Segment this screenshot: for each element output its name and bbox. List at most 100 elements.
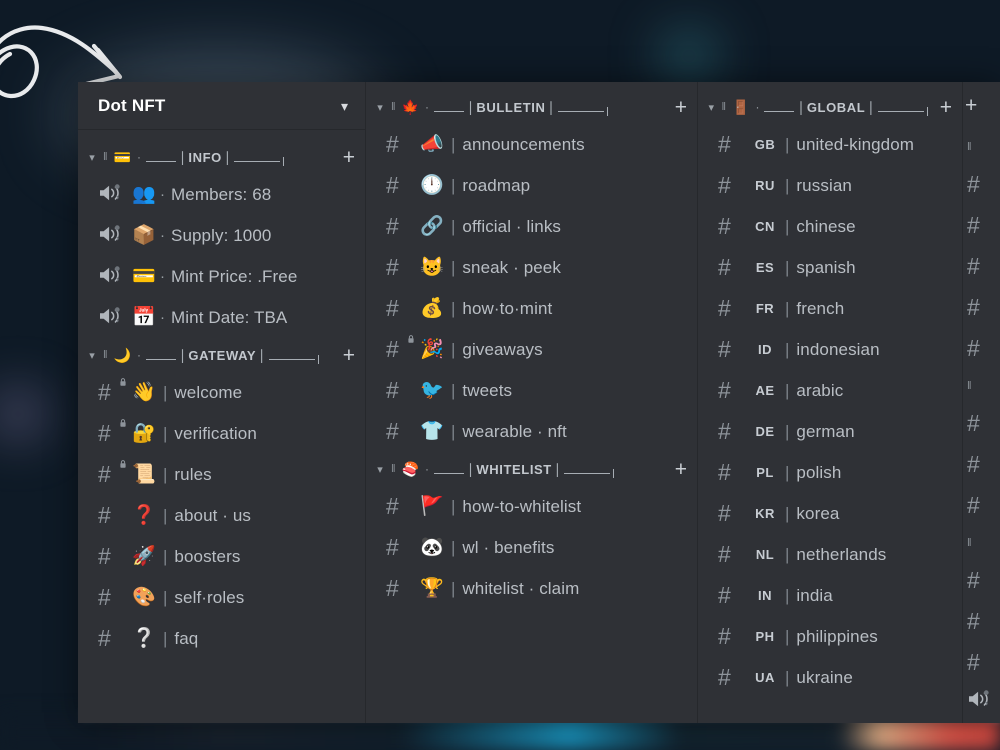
clipped-hash-icon[interactable]: #	[967, 485, 1000, 526]
hash-icon: #	[718, 623, 731, 649]
category-header-whitelist[interactable]: ▾ ‖ 🍣 · ∣ WHITELIST ∣ +	[366, 452, 697, 486]
channel-item[interactable]: # ES | spanish	[698, 247, 962, 288]
category-collapse-icon[interactable]: ▾	[86, 349, 98, 362]
category-collapse-icon[interactable]: ▾	[374, 101, 386, 114]
clipped-hash-icon[interactable]: #	[967, 444, 1000, 485]
channel-item[interactable]: 💳 · Mint Price: .Free	[78, 256, 365, 297]
clipped-hash-icon[interactable]: #	[967, 328, 1000, 369]
clipped-hash-icon[interactable]: #	[967, 642, 1000, 683]
channel-separator: ·	[160, 309, 165, 326]
category-header-bulletin[interactable]: ▾ ‖ 🍁 · ∣ BULLETIN ∣ +	[366, 90, 697, 124]
category-title-art: ∣ GLOBAL ∣	[763, 99, 928, 116]
channel-item[interactable]: # 🐼 | wl · benefits	[366, 527, 697, 568]
category-collapse-icon[interactable]: ▾	[706, 101, 716, 114]
clipped-hash-icon[interactable]: #	[967, 287, 1000, 328]
channel-emoji: ❓	[132, 505, 156, 526]
channel-item[interactable]: # 🏆 | whitelist · claim	[366, 568, 697, 609]
channel-item[interactable]: # 🐦 | tweets	[366, 370, 697, 411]
add-channel-button[interactable]: +	[335, 147, 355, 168]
channel-item[interactable]: # 📣 | announcements	[366, 124, 697, 165]
clipped-hash-icon[interactable]: #	[967, 205, 1000, 246]
hash-icon: #	[718, 664, 731, 690]
add-channel-button[interactable]: +	[667, 97, 687, 118]
channel-item[interactable]: # IN | india	[698, 575, 962, 616]
hash-icon: #	[718, 213, 731, 239]
channel-item[interactable]: # 🚩 | how-to-whitelist	[366, 486, 697, 527]
channel-name: india	[796, 585, 833, 605]
hash-icon: #	[718, 295, 731, 321]
channel-item[interactable]: # 🔗 | official · links	[366, 206, 697, 247]
add-channel-button[interactable]: +	[335, 345, 355, 366]
clipped-category-glyph[interactable]: ‖	[967, 526, 1000, 560]
clipped-hash-icon[interactable]: #	[967, 601, 1000, 642]
voice-channel-icon	[98, 224, 128, 248]
channel-item[interactable]: # CN | chinese	[698, 206, 962, 247]
channel-item[interactable]: # GB | united-kingdom	[698, 124, 962, 165]
channel-name: tweets	[462, 380, 513, 400]
chevron-down-icon[interactable]: ▾	[341, 99, 348, 113]
channel-item[interactable]: # 🕛 | roadmap	[366, 165, 697, 206]
category-header-gateway[interactable]: ▾ ‖ 🌙 · ∣ GATEWAY ∣ +	[78, 338, 365, 372]
clipped-hash-icon[interactable]: #	[967, 560, 1000, 601]
channel-separator: |	[163, 423, 168, 443]
category-title-art: ∣ WHITELIST ∣	[433, 461, 615, 478]
add-channel-button[interactable]: +	[932, 97, 952, 118]
channel-item[interactable]: # PH | philippines	[698, 616, 962, 657]
channel-item[interactable]: # ❓ | about · us	[78, 495, 365, 536]
channel-name: ukraine	[796, 667, 853, 687]
category-label: GLOBAL	[806, 99, 866, 115]
channel-item[interactable]: 📦 · Supply: 1000	[78, 215, 365, 256]
channel-item[interactable]: # 💰 | how·to·mint	[366, 288, 697, 329]
channel-item[interactable]: # AE | arabic	[698, 370, 962, 411]
channel-item[interactable]: # 🚀 | boosters	[78, 536, 365, 577]
channel-item[interactable]: # DE | german	[698, 411, 962, 452]
channel-item[interactable]: # 🔐 | verification	[78, 413, 365, 454]
channel-item[interactable]: # 😺 | sneak · peek	[366, 247, 697, 288]
category-header-info[interactable]: ▾ ‖ 💳 · ∣ INFO ∣ +	[78, 140, 365, 174]
voice-channel-icon	[100, 183, 120, 200]
category-collapse-icon[interactable]: ▾	[374, 463, 386, 476]
channel-item[interactable]: 📅 · Mint Date: TBA	[78, 297, 365, 338]
channel-item[interactable]: # ID | indonesian	[698, 329, 962, 370]
channel-item[interactable]: # 👋 | welcome	[78, 372, 365, 413]
clipped-rows: ‖ # # # # # ‖ # # # ‖ # # #	[963, 130, 1000, 723]
channel-item[interactable]: # 📜 | rules	[78, 454, 365, 495]
channel-separator: |	[163, 505, 168, 525]
channel-item[interactable]: # RU | russian	[698, 165, 962, 206]
channel-item[interactable]: # 🎨 | self·roles	[78, 577, 365, 618]
clipped-category-glyph[interactable]: ‖	[967, 369, 1000, 403]
channel-item[interactable]: # KR | korea	[698, 493, 962, 534]
country-flag-icon: IN	[758, 588, 772, 603]
channel-name: how-to-whitelist	[462, 496, 582, 516]
add-channel-button[interactable]: +	[667, 459, 687, 480]
channel-item[interactable]: # NL | netherlands	[698, 534, 962, 575]
channel-item[interactable]: 👥 · Members: 68	[78, 174, 365, 215]
clipped-hash-icon[interactable]: #	[967, 164, 1000, 205]
clipped-voice-icon[interactable]	[967, 683, 1000, 723]
category-header-global[interactable]: ▾ ‖ 🚪 · ∣ GLOBAL ∣ +	[698, 90, 962, 124]
channel-separator: |	[785, 339, 790, 359]
channel-emoji: 📦	[132, 225, 156, 246]
channel-item[interactable]: # 👕 | wearable · nft	[366, 411, 697, 452]
channel-name: russian	[796, 175, 852, 195]
channel-name: korea	[796, 503, 840, 523]
channel-item[interactable]: # ❔ | faq	[78, 618, 365, 659]
clipped-category-glyph[interactable]: ‖	[967, 130, 1000, 164]
add-channel-button[interactable]: +	[963, 82, 1000, 130]
channel-name: wearable · nft	[462, 421, 567, 441]
category-emoji: 💳	[113, 149, 131, 165]
channel-separator: |	[785, 585, 790, 605]
channel-name: Members: 68	[171, 184, 272, 204]
server-header[interactable]: Dot NFT ▾	[78, 82, 365, 130]
category-collapse-icon[interactable]: ▾	[86, 151, 98, 164]
channel-item[interactable]: # PL | polish	[698, 452, 962, 493]
hash-icon: #	[386, 377, 399, 403]
clipped-hash-icon[interactable]: #	[967, 246, 1000, 287]
channel-separator: |	[785, 298, 790, 318]
clipped-hash-icon[interactable]: #	[967, 403, 1000, 444]
channel-item[interactable]: # 🎉 | giveaways	[366, 329, 697, 370]
channel-item[interactable]: # FR | french	[698, 288, 962, 329]
channel-emoji: 📅	[132, 307, 156, 328]
channel-item[interactable]: # UA | ukraine	[698, 657, 962, 698]
channel-emoji: ❔	[132, 628, 156, 649]
